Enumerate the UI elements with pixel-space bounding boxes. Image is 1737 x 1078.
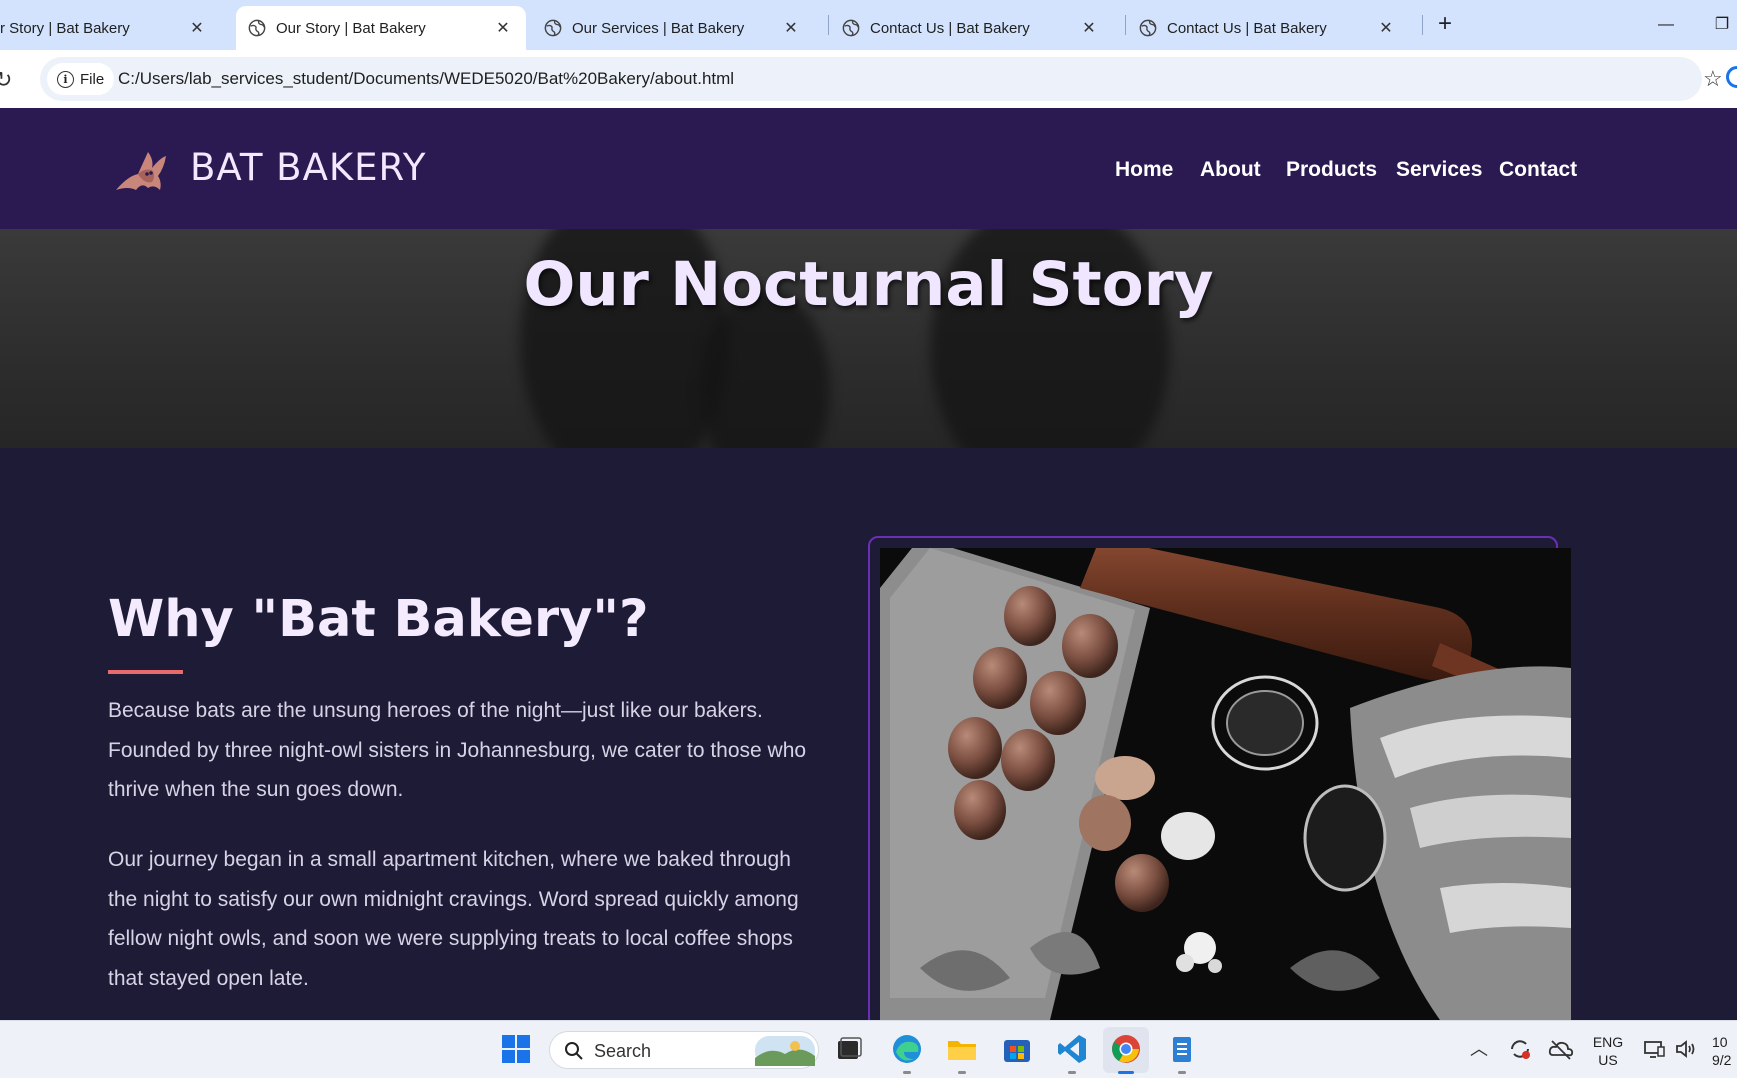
search-icon bbox=[565, 1042, 583, 1060]
address-bar[interactable]: i File C:/Users/lab_services_student/Doc… bbox=[40, 57, 1723, 101]
microsoft-store-icon[interactable] bbox=[1000, 1032, 1034, 1066]
info-icon: i bbox=[57, 70, 74, 88]
windows-start-icon[interactable] bbox=[499, 1032, 533, 1066]
nav-about[interactable]: About bbox=[1200, 158, 1261, 182]
chrome-icon[interactable] bbox=[1109, 1032, 1143, 1066]
site-info-chip[interactable]: i File bbox=[47, 63, 115, 95]
windows-taskbar: Search ︿ ENG US 10 9/2 bbox=[0, 1020, 1737, 1078]
language-indicator[interactable]: ENG US bbox=[1588, 1033, 1628, 1069]
tab-separator bbox=[1125, 15, 1126, 35]
browser-tab[interactable]: Contact Us | Bat Bakery ✕ bbox=[840, 6, 1112, 50]
clock[interactable]: 10 9/2 bbox=[1712, 1033, 1737, 1069]
edge-browser-icon[interactable] bbox=[890, 1032, 924, 1066]
story-paragraph: Our journey began in a small apartment k… bbox=[108, 848, 799, 990]
file-explorer-icon[interactable] bbox=[945, 1032, 979, 1066]
clock-time: 10 bbox=[1712, 1034, 1728, 1050]
story-paragraph: Because bats are the unsung heroes of th… bbox=[108, 699, 807, 801]
running-indicator bbox=[1068, 1071, 1076, 1074]
globe-icon bbox=[842, 19, 860, 37]
bookmark-star-icon[interactable]: ☆ bbox=[1703, 66, 1723, 92]
tab-title: r Story | Bat Bakery bbox=[0, 19, 130, 37]
active-indicator bbox=[1118, 1071, 1134, 1074]
notepad-icon[interactable] bbox=[1165, 1032, 1199, 1066]
globe-icon bbox=[544, 19, 562, 37]
new-tab-button[interactable]: + bbox=[1432, 12, 1458, 38]
clock-date: 9/2 bbox=[1712, 1052, 1732, 1068]
tray-chevron-icon[interactable]: ︿ bbox=[1470, 1035, 1488, 1061]
hero-banner: Our Nocturnal Story bbox=[0, 229, 1737, 448]
bat-logo-icon bbox=[116, 152, 166, 190]
baking-ingredients-image bbox=[880, 548, 1571, 1020]
tab-separator bbox=[1422, 15, 1423, 35]
tab-title: Contact Us | Bat Bakery bbox=[1167, 19, 1327, 37]
tab-close-icon[interactable]: ✕ bbox=[186, 17, 208, 39]
hero-title: Our Nocturnal Story bbox=[523, 249, 1214, 320]
language-code: ENG bbox=[1592, 1034, 1624, 1050]
running-indicator bbox=[1178, 1071, 1186, 1074]
tab-title: Our Services | Bat Bakery bbox=[572, 19, 745, 37]
browser-tab[interactable]: Our Services | Bat Bakery ✕ bbox=[542, 6, 814, 50]
tab-title: Contact Us | Bat Bakery bbox=[870, 19, 1030, 37]
about-section: Why "Bat Bakery"? Because bats are the u… bbox=[0, 448, 1737, 1036]
vscode-icon[interactable] bbox=[1055, 1032, 1089, 1066]
browser-tab[interactable]: Contact Us | Bat Bakery ✕ bbox=[1137, 6, 1409, 50]
reload-icon[interactable]: ↻ bbox=[0, 67, 12, 93]
site-info-label: File bbox=[80, 70, 105, 88]
tab-close-icon[interactable]: ✕ bbox=[492, 17, 514, 39]
browser-tab-strip: r Story | Bat Bakery ✕ Our Story | Bat B… bbox=[0, 0, 1737, 50]
search-label: Search bbox=[594, 1041, 652, 1061]
nav-home[interactable]: Home bbox=[1115, 158, 1173, 182]
task-view-icon[interactable] bbox=[832, 1032, 866, 1066]
sync-icon[interactable] bbox=[1508, 1037, 1532, 1061]
restore-icon[interactable]: ❐ bbox=[1707, 10, 1737, 40]
nav-services[interactable]: Services bbox=[1396, 158, 1482, 182]
globe-icon bbox=[248, 19, 266, 37]
baking-photo-graphic bbox=[880, 548, 1571, 1020]
url-text[interactable]: C:/Users/lab_services_student/Documents/… bbox=[118, 69, 734, 89]
onedrive-offline-icon[interactable] bbox=[1548, 1037, 1574, 1061]
minimize-icon[interactable]: — bbox=[1651, 10, 1681, 40]
site-header: BAT BAKERY Home About Products Services … bbox=[0, 108, 1737, 229]
running-indicator bbox=[958, 1071, 966, 1074]
language-region: US bbox=[1598, 1052, 1618, 1068]
browser-toolbar: ↻ i File C:/Users/lab_services_student/D… bbox=[0, 50, 1737, 108]
tab-separator bbox=[828, 15, 829, 35]
volume-icon[interactable] bbox=[1674, 1037, 1698, 1061]
profile-icon[interactable] bbox=[1726, 66, 1737, 88]
browser-tab[interactable]: r Story | Bat Bakery ✕ bbox=[0, 6, 220, 50]
heading-underline bbox=[108, 670, 183, 674]
tab-close-icon[interactable]: ✕ bbox=[1375, 17, 1397, 39]
tab-title: Our Story | Bat Bakery bbox=[276, 19, 426, 37]
tab-close-icon[interactable]: ✕ bbox=[780, 17, 802, 39]
network-icon[interactable] bbox=[1642, 1037, 1666, 1061]
search-highlight-icon bbox=[755, 1036, 815, 1066]
site-brand[interactable]: BAT BAKERY bbox=[190, 146, 426, 189]
globe-icon bbox=[1139, 19, 1157, 37]
nav-products[interactable]: Products bbox=[1286, 158, 1377, 182]
section-heading: Why "Bat Bakery"? bbox=[108, 590, 649, 649]
running-indicator bbox=[903, 1071, 911, 1074]
nav-contact[interactable]: Contact bbox=[1499, 158, 1577, 182]
tab-close-icon[interactable]: ✕ bbox=[1078, 17, 1100, 39]
taskbar-search-box[interactable]: Search bbox=[549, 1031, 819, 1069]
browser-tab-active[interactable]: Our Story | Bat Bakery ✕ bbox=[236, 6, 526, 50]
